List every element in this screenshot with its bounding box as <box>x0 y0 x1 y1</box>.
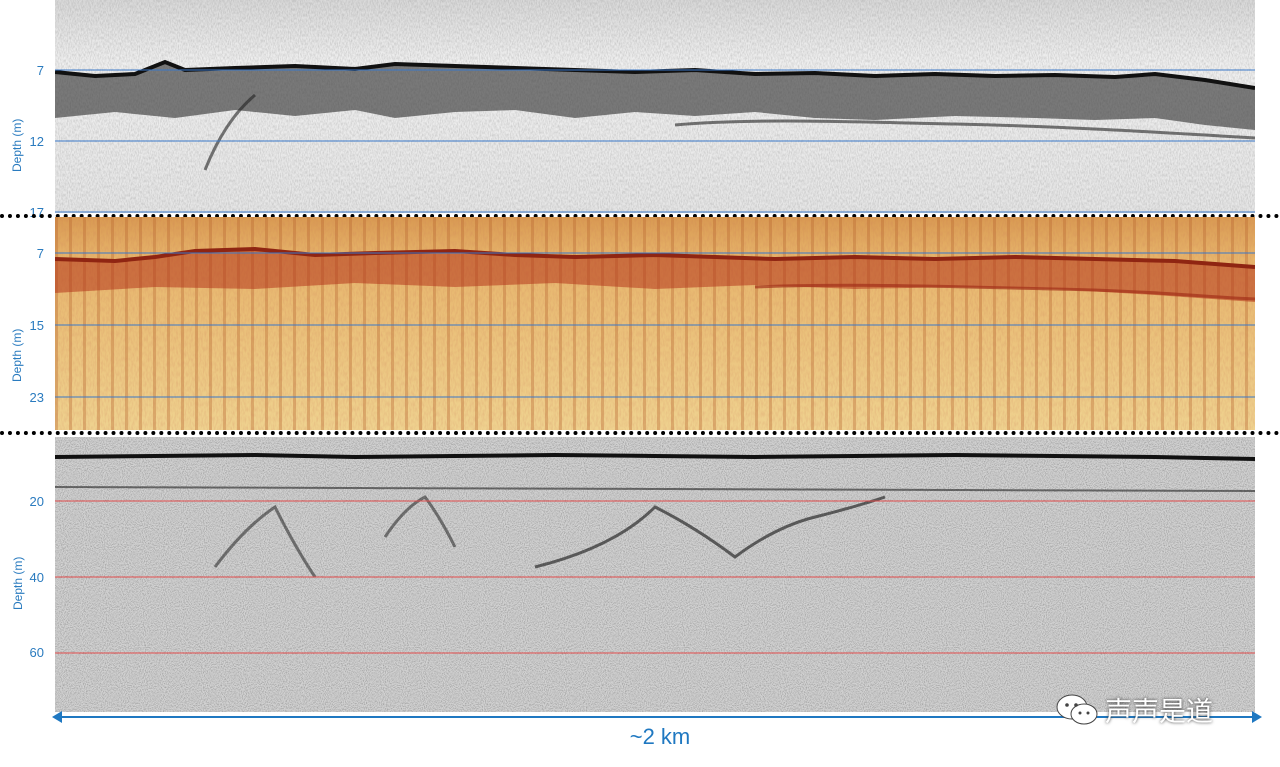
depth-axis-title-middle: Depth (m) <box>10 328 24 382</box>
watermark: 声声是道 <box>1055 690 1213 729</box>
panel-divider-2 <box>0 431 1280 435</box>
scale-bar-label: ~2 km <box>629 724 691 749</box>
wechat-icon <box>1056 694 1098 724</box>
scale-bar-left-arrow-icon <box>52 711 62 723</box>
depth-tick-bottom-3: 60 <box>29 645 44 660</box>
depth-tick-middle-3: 23 <box>29 390 44 405</box>
depth-tick-top-1: 7 <box>36 63 44 78</box>
profile-image-bottom <box>55 437 1255 712</box>
depth-tick-bottom-1: 20 <box>29 494 44 509</box>
profile-image-middle <box>55 217 1255 430</box>
profile-panel-bottom <box>55 437 1255 712</box>
scale-bar-right-arrow-icon <box>1252 711 1262 723</box>
depth-tick-middle-1: 7 <box>36 246 44 261</box>
profile-image-top <box>55 0 1255 213</box>
profile-panel-top <box>55 0 1255 213</box>
depth-axis-title-top: Depth (m) <box>10 118 24 172</box>
profile-panel-middle <box>55 217 1255 430</box>
depth-axis-title-bottom: Depth (m) <box>11 556 25 610</box>
watermark-text: 声声是道 <box>1105 697 1213 727</box>
